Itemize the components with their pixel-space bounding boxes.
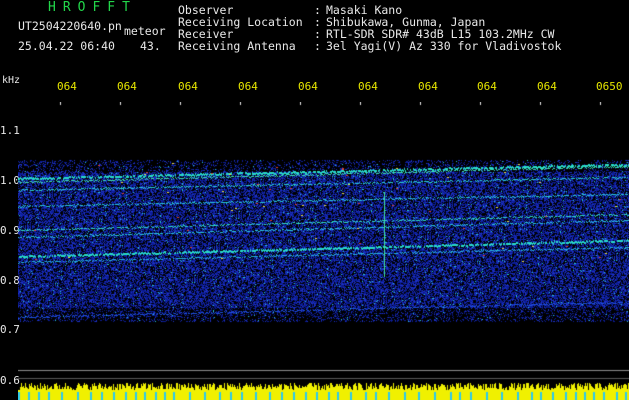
time-tick: 064 <box>117 80 137 93</box>
separator: : <box>314 39 321 53</box>
file-name: UT2504220640.pn <box>18 19 122 33</box>
freq-tick: 1.1 <box>0 124 20 137</box>
time-tick: 064 <box>358 80 378 93</box>
time-tick: 064 <box>178 80 198 93</box>
meteor-label: meteor <box>124 24 166 38</box>
hrofft-screen: HROFFT UT2504220640.pn meteor 25.04.22 0… <box>0 0 629 400</box>
antenna-label: Receiving Antenna <box>178 39 296 53</box>
time-tick: 064 <box>537 80 557 93</box>
time-tick: 064 <box>418 80 438 93</box>
antenna-value: 3el Yagi(V) Az 330 for Vladivostok <box>326 39 562 53</box>
meteor-count: 43. <box>140 39 161 53</box>
time-tick: 064 <box>238 80 258 93</box>
time-tick: 064 <box>298 80 318 93</box>
spectrogram-plot <box>18 102 629 400</box>
freq-tick: 0.8 <box>0 274 20 287</box>
freq-tick: 0.7 <box>0 323 20 336</box>
freq-tick: 1.0 <box>0 174 20 187</box>
freq-tick: 0.9 <box>0 224 20 237</box>
spectrogram-canvas <box>18 102 629 400</box>
freq-tick: 0.6 <box>0 374 20 387</box>
time-tick: 064 <box>57 80 77 93</box>
app-title: HROFFT <box>48 0 137 15</box>
date-time: 25.04.22 06:40 <box>18 39 115 53</box>
time-tick: 0650 <box>596 80 623 93</box>
time-tick: 064 <box>477 80 497 93</box>
frequency-unit-label: kHz <box>2 75 21 86</box>
